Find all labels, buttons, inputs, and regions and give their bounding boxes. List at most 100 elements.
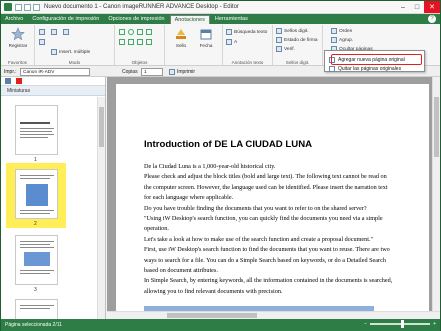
redo-icon[interactable]: [33, 3, 40, 11]
hand-tool[interactable]: [51, 29, 59, 35]
tab-annotations[interactable]: Anotaciones: [169, 15, 210, 24]
zoom-in-button[interactable]: +: [433, 321, 436, 327]
insert-multiple-button[interactable]: Insert. múltiple: [51, 49, 90, 55]
verify-icon: [276, 46, 282, 52]
selected-page-status: Página seleccionada 2/11: [5, 322, 62, 328]
star-icon: [11, 27, 25, 41]
group-button[interactable]: Agrup.: [331, 37, 353, 43]
verify-label: Verif.: [284, 46, 295, 52]
print-button[interactable]: Imprimir: [169, 67, 195, 76]
signature-state-label: Estado de firma: [284, 37, 318, 43]
register-button[interactable]: Registrar: [4, 27, 32, 48]
thumbnail-page-2[interactable]: [15, 169, 58, 219]
date-label: Fecha: [199, 43, 213, 48]
maximize-button[interactable]: □: [410, 1, 424, 13]
help-icon[interactable]: ?: [428, 15, 436, 23]
digital-group-label: Sellos digit.: [285, 60, 310, 65]
quick-access-toolbar: [15, 3, 40, 11]
order-icon: [331, 28, 337, 34]
printer-label: Impr.:: [4, 68, 17, 75]
close-button[interactable]: ✕: [424, 1, 440, 13]
stamp-button[interactable]: Sello: [169, 27, 193, 48]
application-window: Nuevo documento 1 - Canon imageRUNNER AD…: [0, 0, 441, 331]
copies-label: Copias: [122, 68, 138, 75]
select-tool[interactable]: [39, 39, 47, 45]
polygon-icon[interactable]: [146, 29, 152, 35]
objects-group-label: Objetos: [131, 60, 148, 65]
rectangle-icon[interactable]: [137, 29, 143, 35]
minimize-button[interactable]: –: [396, 1, 410, 13]
line-icon[interactable]: [119, 29, 125, 35]
insert-multiple-label: Insert. múltiple: [59, 49, 91, 55]
favorites-group-label: Favoritos: [8, 60, 27, 65]
hand-icon: [51, 29, 57, 35]
undo-icon[interactable]: [24, 3, 31, 11]
signature-state-button[interactable]: Estado de firma: [276, 37, 318, 43]
status-bar: Página seleccionada 2/11 − +: [1, 319, 440, 331]
document-page[interactable]: Introduction of DE LA CIUDAD LUNA De la …: [116, 84, 429, 319]
thumbnail-page-1[interactable]: [15, 105, 58, 155]
text-group-label: Anotación texto: [231, 60, 264, 65]
paragraph-line: Let's take a look at how to make use of …: [144, 235, 374, 243]
paragraph-line: Do you have trouble finding the document…: [144, 204, 367, 212]
freehand-icon[interactable]: [128, 39, 134, 45]
arrow-icon[interactable]: [119, 39, 125, 45]
tab-print-options[interactable]: Opciones de impresión: [104, 15, 168, 24]
pointer-icon: [39, 29, 45, 35]
text-color-button[interactable]: A: [226, 39, 237, 45]
printer-combo[interactable]: Canon iR-ADV: [20, 67, 90, 76]
zoom-out-button[interactable]: −: [364, 321, 367, 327]
printer-value[interactable]: Canon iR-ADV: [20, 67, 90, 76]
document-vertical-scrollbar[interactable]: [432, 77, 440, 311]
ellipse-icon[interactable]: [128, 29, 134, 35]
thumbnail-page-3[interactable]: [15, 235, 58, 285]
select-icon: [39, 39, 45, 45]
paragraph-line: for each language where applicable.: [144, 194, 234, 202]
pages-icon[interactable]: [5, 78, 11, 84]
paragraph-line: allowing you to find relevant documents …: [144, 287, 283, 295]
bookmark-icon[interactable]: [16, 78, 22, 84]
zoom-slider-knob[interactable]: [401, 320, 405, 328]
search-text-button[interactable]: Búsqueda texto: [226, 29, 267, 35]
text-box-icon[interactable]: [146, 39, 152, 45]
zoom-tool[interactable]: [63, 29, 71, 35]
paragraph-line: De la Ciudad Luna is a 1,000-year-old hi…: [144, 163, 276, 170]
checkbox-icon: [276, 37, 282, 43]
order-label: Orden: [339, 28, 353, 34]
tab-print-settings[interactable]: Configuración de impresión: [28, 15, 103, 24]
highlighter-icon[interactable]: [137, 39, 143, 45]
insert-multiple-icon: [51, 49, 57, 55]
zoom-slider[interactable]: [370, 320, 431, 328]
paragraph-line: "Using iW Desktop's search function, you…: [144, 215, 383, 222]
ribbon-tabs: Archivo Configuración de impresión Opcio…: [1, 14, 440, 24]
thumbnail-page-4[interactable]: [15, 299, 58, 319]
save-icon[interactable]: [15, 3, 22, 11]
zoom-icon: [63, 29, 69, 35]
paragraph-line: the computer screen. However, the langua…: [144, 183, 388, 191]
verify-button[interactable]: Verif.: [276, 46, 295, 52]
group-stamp: Sello Fecha: [165, 25, 223, 65]
thumbnail-number-2: 2: [34, 221, 37, 227]
paragraph-line: First, use iW Desktop's search function …: [144, 246, 390, 254]
copies-spinner[interactable]: 1: [141, 67, 163, 76]
register-label: Registrar: [8, 43, 28, 48]
document-horizontal-scrollbar[interactable]: [107, 311, 440, 319]
group-text-annotation: Búsqueda texto A Anotación texto: [223, 25, 273, 65]
font-icon: [226, 39, 232, 45]
page-heading: Introduction of DE LA CIUDAD LUNA: [144, 139, 313, 150]
page-remove-icon: [329, 65, 335, 72]
group-digital-stamps: Sellos digit. Estado de firma Verif. Sel…: [273, 25, 323, 65]
thumbnail-scrollbar[interactable]: [97, 97, 105, 319]
digital-stamp-button[interactable]: Sellos digit.: [276, 28, 309, 34]
tab-archivo[interactable]: Archivo: [1, 15, 27, 24]
copies-value[interactable]: 1: [141, 67, 163, 76]
menu-item-remove-original-pages[interactable]: Quitar las páginas originales: [327, 64, 423, 73]
search-icon: [226, 29, 232, 35]
thumbnail-toolbar: [1, 77, 105, 86]
stamp-label: Sello: [175, 43, 187, 48]
tab-tools[interactable]: Herramientas: [211, 15, 252, 24]
order-button[interactable]: Orden: [331, 28, 352, 34]
title-bar: Nuevo documento 1 - Canon imageRUNNER AD…: [1, 1, 440, 14]
pointer-tool[interactable]: [39, 29, 47, 35]
date-button[interactable]: Fecha: [193, 27, 219, 48]
